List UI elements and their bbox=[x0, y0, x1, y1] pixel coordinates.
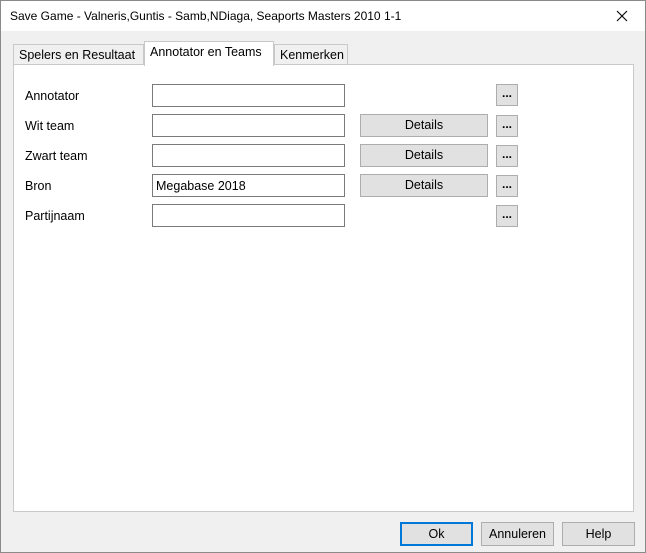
tab-annotator-en-teams[interactable]: Annotator en Teams bbox=[144, 41, 274, 66]
title-bar: Save Game - Valneris,Guntis - Samb,NDiag… bbox=[1, 1, 645, 31]
wit-team-browse-button[interactable]: ... bbox=[496, 115, 518, 137]
zwart-team-details-button[interactable]: Details bbox=[360, 144, 488, 167]
annotator-field[interactable] bbox=[152, 84, 345, 107]
save-game-dialog: Save Game - Valneris,Guntis - Samb,NDiag… bbox=[0, 0, 646, 553]
partijnaam-field[interactable] bbox=[152, 204, 345, 227]
wit-team-details-button[interactable]: Details bbox=[360, 114, 488, 137]
bron-label: Bron bbox=[25, 179, 52, 193]
annotator-browse-button[interactable]: ... bbox=[496, 84, 518, 106]
wit-team-label: Wit team bbox=[25, 119, 75, 133]
partijnaam-browse-button[interactable]: ... bbox=[496, 205, 518, 227]
zwart-team-browse-button[interactable]: ... bbox=[496, 145, 518, 167]
cancel-button[interactable]: Annuleren bbox=[481, 522, 554, 546]
close-button[interactable] bbox=[599, 1, 645, 31]
zwart-team-field[interactable] bbox=[152, 144, 345, 167]
help-button[interactable]: Help bbox=[562, 522, 635, 546]
window-title: Save Game - Valneris,Guntis - Samb,NDiag… bbox=[10, 9, 402, 23]
ok-button[interactable]: Ok bbox=[400, 522, 473, 546]
partijnaam-label: Partijnaam bbox=[25, 209, 85, 223]
zwart-team-label: Zwart team bbox=[25, 149, 88, 163]
close-icon bbox=[616, 10, 628, 22]
wit-team-field[interactable] bbox=[152, 114, 345, 137]
bron-details-button[interactable]: Details bbox=[360, 174, 488, 197]
bron-browse-button[interactable]: ... bbox=[496, 175, 518, 197]
tab-kenmerken[interactable]: Kenmerken bbox=[274, 44, 348, 64]
tab-spelers-en-resultaat[interactable]: Spelers en Resultaat bbox=[13, 44, 144, 64]
annotator-label: Annotator bbox=[25, 89, 80, 103]
bron-field[interactable] bbox=[152, 174, 345, 197]
